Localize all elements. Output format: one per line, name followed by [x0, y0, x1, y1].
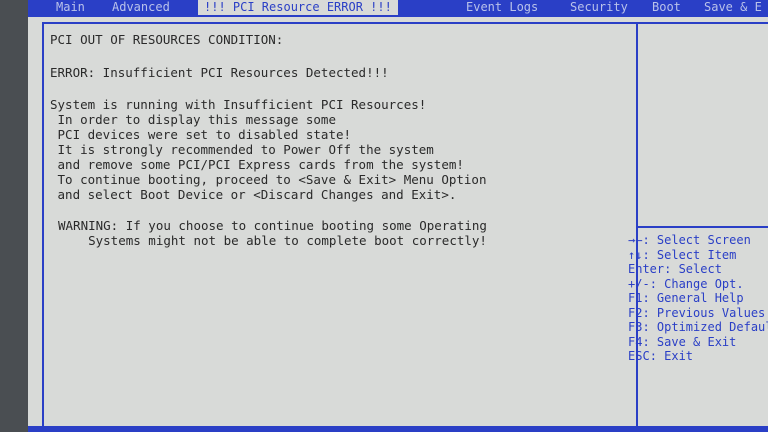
tab-security[interactable]: Security — [570, 0, 628, 15]
message-line-7: and select Boot Device or <Discard Chang… — [50, 187, 457, 202]
key-help: →←: Select Screen ↑↓: Select Item Enter:… — [628, 233, 768, 364]
tab-save-and-exit[interactable]: Save & E — [704, 0, 762, 15]
help-item-exit: ESC: Exit — [628, 349, 694, 363]
warning-line-2: Systems might not be able to complete bo… — [58, 233, 487, 248]
help-item-change-opt: +/-: Change Opt. — [628, 276, 744, 291]
message-line-1: System is running with Insufficient PCI … — [50, 97, 427, 112]
tab-advanced[interactable]: Advanced — [112, 0, 170, 15]
arrows-left-right-icon: →← — [628, 233, 643, 247]
help-item-save-exit: F4: Save & Exit — [628, 334, 737, 349]
bios-screen: Main Advanced !!! PCI Resource ERROR !!!… — [28, 0, 768, 432]
tab-event-logs[interactable]: Event Logs — [466, 0, 538, 15]
message-line-5: and remove some PCI/PCI Express cards fr… — [50, 157, 464, 172]
tab-pci-resource-error[interactable]: !!! PCI Resource ERROR !!! — [198, 0, 398, 15]
help-item-previous-values: F2: Previous Values — [628, 305, 766, 320]
tab-boot[interactable]: Boot — [652, 0, 681, 15]
error-message: ERROR: Insufficient PCI Resources Detect… — [50, 65, 389, 80]
bottom-bar — [28, 426, 768, 432]
message-line-4: It is strongly recommended to Power Off … — [50, 142, 434, 157]
message-line-2: In order to display this message some — [50, 112, 336, 127]
menu-bar: Main Advanced !!! PCI Resource ERROR !!!… — [28, 0, 768, 17]
tab-main[interactable]: Main — [56, 0, 85, 15]
help-item-enter: Enter: Select — [628, 262, 722, 276]
message-heading: PCI OUT OF RESOURCES CONDITION: — [50, 32, 284, 47]
warning-line-1: WARNING: If you choose to continue booti… — [58, 218, 487, 233]
help-item-select-item: ↑↓: Select Item — [628, 247, 737, 262]
content-panel: PCI OUT OF RESOURCES CONDITION: ERROR: I… — [42, 22, 768, 430]
help-item-general-help: F1: General Help — [628, 291, 744, 305]
message-line-3: PCI devices were set to disabled state! — [50, 127, 352, 142]
help-item-optimized-defaults: F3: Optimized Defaults — [628, 320, 768, 334]
help-separator — [638, 226, 768, 228]
help-item-select-screen: →←: Select Screen — [628, 233, 751, 247]
arrows-up-down-icon: ↑↓ — [628, 247, 643, 262]
message-line-6: To continue booting, proceed to <Save & … — [50, 172, 487, 187]
